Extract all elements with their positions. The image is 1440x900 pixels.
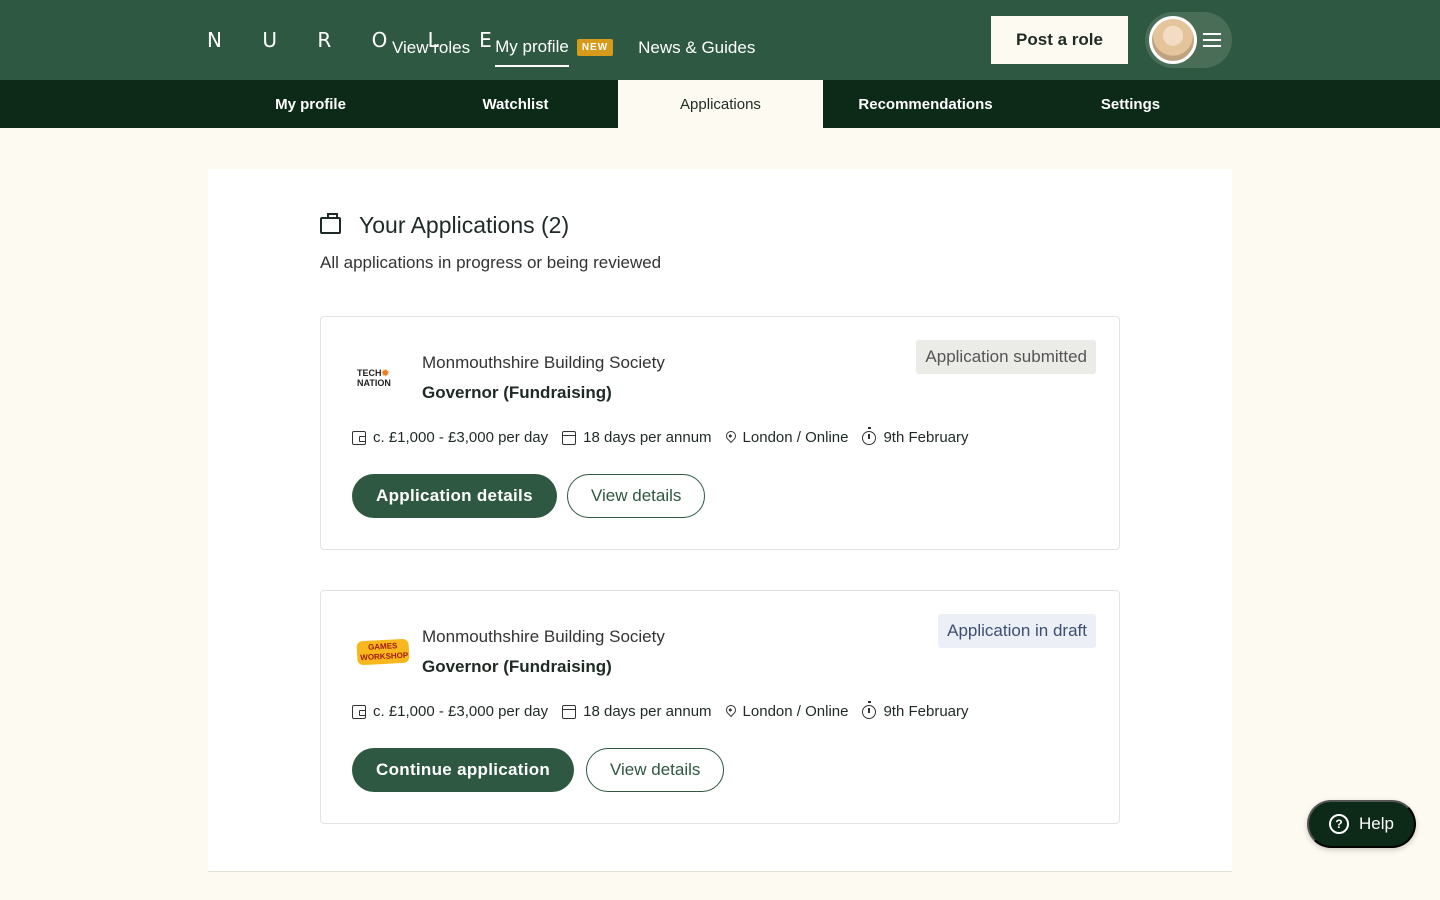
hamburger-menu-icon <box>1203 33 1221 47</box>
avatar <box>1149 16 1197 64</box>
continue-application-button[interactable]: Continue application <box>352 748 575 792</box>
salary: c. £1,000 - £3,000 per day <box>352 703 548 720</box>
tab-settings[interactable]: Settings <box>1028 80 1233 128</box>
stopwatch-icon <box>862 700 877 719</box>
calendar-icon <box>562 430 577 445</box>
salary: c. £1,000 - £3,000 per day <box>352 429 548 446</box>
time-commitment: 18 days per annum <box>562 429 712 446</box>
user-menu-button[interactable] <box>1145 12 1232 68</box>
deadline: 9th February <box>862 700 969 720</box>
nav-my-profile[interactable]: My profile <box>495 37 569 67</box>
page-subtitle: All applications in progress or being re… <box>320 253 662 272</box>
tab-applications[interactable]: Applications <box>618 80 823 128</box>
question-circle-icon: ? <box>1329 814 1350 834</box>
location-pin-icon <box>723 428 738 444</box>
help-label: Help <box>1359 814 1394 833</box>
location-pin-icon <box>723 702 738 718</box>
applications-panel: Your Applications (2) All applications i… <box>208 169 1232 872</box>
location: London / Online <box>723 428 848 446</box>
view-details-button[interactable]: View details <box>567 474 706 518</box>
location: London / Online <box>723 702 848 720</box>
page-title-row: Your Applications (2) <box>320 212 569 239</box>
calendar-icon <box>562 704 577 719</box>
role-meta: c. £1,000 - £3,000 per day 18 days per a… <box>352 700 983 720</box>
top-header: N U R O L E View roles My profile NEW Ne… <box>0 0 1440 80</box>
application-card: TECH✹ NATION Monmouthshire Building Soci… <box>320 316 1120 550</box>
deadline: 9th February <box>862 426 969 446</box>
tab-watchlist[interactable]: Watchlist <box>413 80 618 128</box>
profile-subnav: My profile Watchlist Applications Recomm… <box>0 80 1440 128</box>
view-details-button[interactable]: View details <box>586 748 725 792</box>
company-logo: TECH✹ NATION <box>357 368 391 388</box>
status-badge: Application in draft <box>938 614 1096 648</box>
role-title: Governor (Fundraising) <box>422 657 612 676</box>
company-logo: GAMES WORKSHOP <box>356 633 410 671</box>
wallet-icon <box>352 430 366 445</box>
main-nav: View roles My profile NEW News & Guides <box>392 28 755 67</box>
nav-view-roles[interactable]: View roles <box>392 38 470 58</box>
briefcase-icon <box>320 213 341 234</box>
organisation-name: Monmouthshire Building Society <box>422 627 665 646</box>
post-role-button[interactable]: Post a role <box>991 16 1128 64</box>
organisation-name: Monmouthshire Building Society <box>422 353 665 372</box>
time-commitment: 18 days per annum <box>562 703 712 720</box>
status-badge: Application submitted <box>916 340 1096 374</box>
application-card: GAMES WORKSHOP Monmouthshire Building Soc… <box>320 590 1120 824</box>
role-meta: c. £1,000 - £3,000 per day 18 days per a… <box>352 426 983 446</box>
wallet-icon <box>352 704 366 719</box>
page-title: Your Applications (2) <box>359 212 570 238</box>
nav-news-guides[interactable]: News & Guides <box>638 38 755 58</box>
application-details-button[interactable]: Application details <box>352 474 557 518</box>
tab-my-profile[interactable]: My profile <box>208 80 413 128</box>
new-badge: NEW <box>576 39 614 56</box>
stopwatch-icon <box>862 426 877 445</box>
role-title: Governor (Fundraising) <box>422 383 612 402</box>
tab-recommendations[interactable]: Recommendations <box>823 80 1028 128</box>
help-button[interactable]: ? Help <box>1307 800 1416 848</box>
